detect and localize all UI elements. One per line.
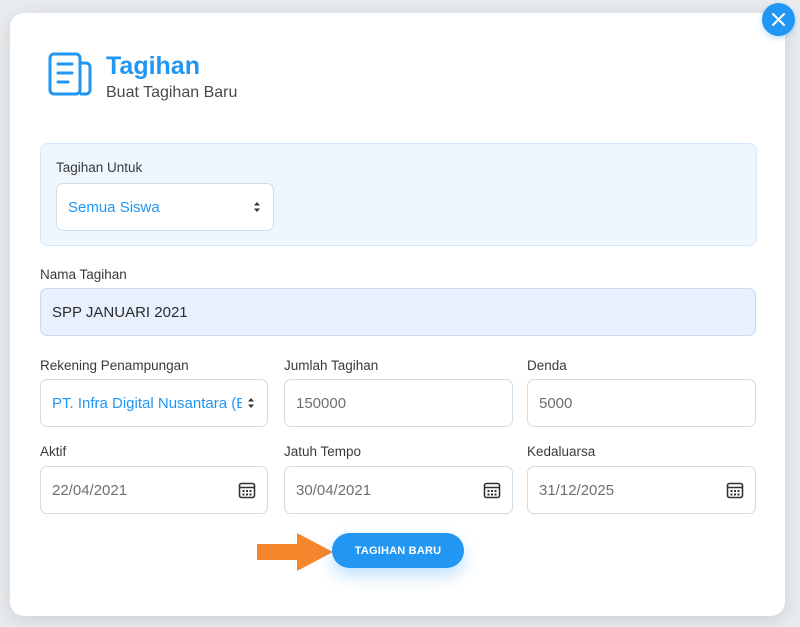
calendar-icon[interactable] — [483, 481, 501, 499]
kedaluarsa-value: 31/12/2025 — [539, 481, 615, 499]
nama-tagihan-value: SPP JANUARI 2021 — [52, 303, 188, 321]
jatuh-tempo-label: Jatuh Tempo — [284, 444, 362, 459]
nama-tagihan-input[interactable]: SPP JANUARI 2021 — [40, 288, 756, 336]
jumlah-tagihan-label: Jumlah Tagihan — [284, 358, 379, 373]
close-button[interactable] — [762, 3, 795, 36]
document-icon — [48, 52, 92, 96]
select-caret-icon — [254, 202, 260, 212]
jatuh-tempo-date-input[interactable]: 30/04/2021 — [284, 466, 513, 514]
kedaluarsa-date-input[interactable]: 31/12/2025 — [527, 466, 756, 514]
modal-dialog: Tagihan Buat Tagihan Baru Tagihan Untuk … — [10, 13, 785, 616]
page-subtitle: Buat Tagihan Baru — [106, 84, 238, 101]
tagihan-untuk-select[interactable]: Semua Siswa — [56, 183, 274, 231]
tagihan-untuk-panel: Tagihan Untuk Semua Siswa — [40, 143, 757, 246]
tagihan-untuk-label: Tagihan Untuk — [56, 160, 143, 175]
aktif-date-input[interactable]: 22/04/2021 — [40, 466, 268, 514]
nama-tagihan-label: Nama Tagihan — [40, 267, 127, 282]
aktif-label: Aktif — [40, 444, 67, 459]
jumlah-tagihan-placeholder: 150000 — [296, 394, 347, 412]
tagihan-untuk-value: Semua Siswa — [68, 198, 160, 216]
arrow-right-icon — [257, 533, 333, 571]
denda-input[interactable]: 5000 — [527, 379, 756, 427]
page-title: Tagihan — [106, 52, 200, 80]
kedaluarsa-label: Kedaluarsa — [527, 444, 596, 459]
denda-label: Denda — [527, 358, 567, 373]
rekening-label: Rekening Penampungan — [40, 358, 189, 373]
rekening-select[interactable]: PT. Infra Digital Nusantara (BA — [40, 379, 268, 427]
tagihan-baru-button[interactable]: TAGIHAN BARU — [332, 533, 464, 568]
denda-placeholder: 5000 — [539, 394, 573, 412]
rekening-value: PT. Infra Digital Nusantara (BA — [52, 394, 242, 412]
select-caret-icon — [248, 398, 254, 408]
calendar-icon[interactable] — [238, 481, 256, 499]
jumlah-tagihan-input[interactable]: 150000 — [284, 379, 513, 427]
calendar-icon[interactable] — [726, 481, 744, 499]
close-icon — [772, 13, 785, 26]
jatuh-tempo-value: 30/04/2021 — [296, 481, 372, 499]
aktif-value: 22/04/2021 — [52, 481, 128, 499]
